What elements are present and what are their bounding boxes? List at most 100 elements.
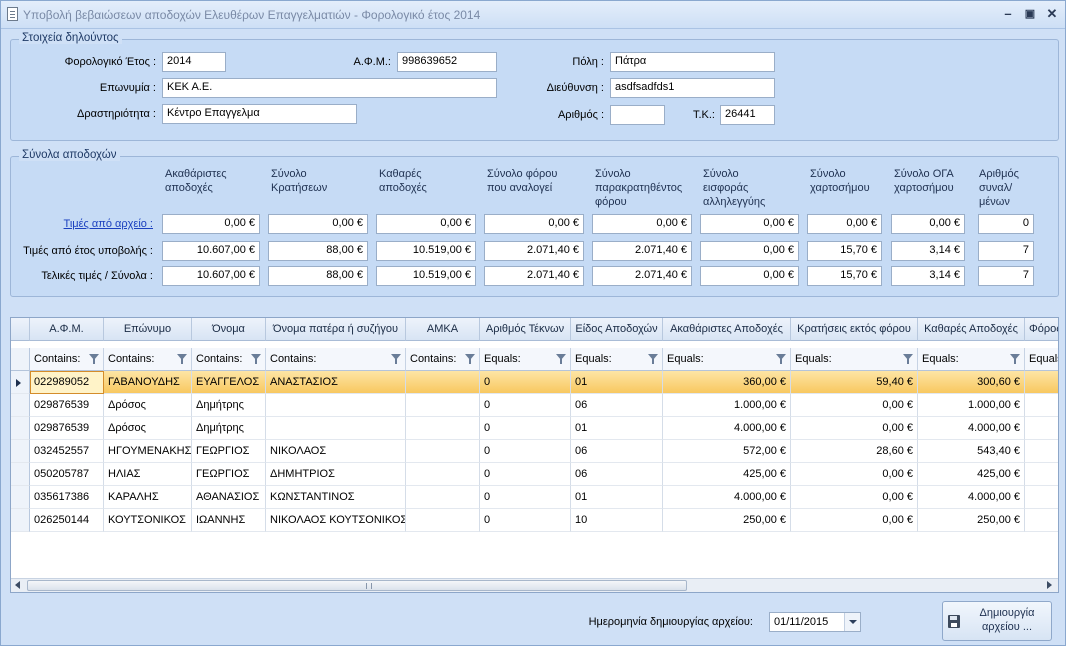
grid-cell[interactable]: [406, 463, 480, 486]
grid-cell[interactable]: 10: [571, 509, 663, 532]
totals-value-field[interactable]: 15,70 €: [807, 266, 882, 286]
grid-cell[interactable]: 035617386: [30, 486, 104, 509]
grid-cell[interactable]: ΚΩΝΣΤΑΝΤΙΝΟΣ: [266, 486, 406, 509]
totals-value-field[interactable]: 0,00 €: [700, 241, 799, 261]
grid-cell[interactable]: ΓΑΒΑΝΟΥΔΗΣ: [104, 371, 192, 394]
column-header[interactable]: ΑΜΚΑ: [406, 318, 480, 341]
filter-cell[interactable]: Equals:: [1025, 348, 1058, 371]
horizontal-scrollbar[interactable]: [11, 578, 1058, 592]
totals-value-field[interactable]: 0,00 €: [807, 214, 882, 234]
grid-cell[interactable]: ΙΩΑΝΝΗΣ: [192, 509, 266, 532]
filter-cell[interactable]: Contains:: [104, 348, 192, 371]
grid-cell[interactable]: ΓΕΩΡΓΙΟΣ: [192, 440, 266, 463]
column-header[interactable]: Ακαθάριστες Αποδοχές: [663, 318, 791, 341]
date-picker[interactable]: 01/11/2015: [769, 612, 861, 632]
totals-value-field[interactable]: 2.071,40 €: [484, 241, 584, 261]
scroll-thumb[interactable]: [27, 580, 687, 591]
grid-cell[interactable]: 0,00 €: [791, 463, 918, 486]
totals-value-field[interactable]: 0,00 €: [891, 214, 965, 234]
grid-cell[interactable]: 0: [480, 486, 571, 509]
grid-cell[interactable]: Δημήτρης: [192, 417, 266, 440]
filter-icon[interactable]: [556, 354, 566, 364]
totals-value-field[interactable]: 0,00 €: [484, 214, 584, 234]
row-selector[interactable]: [11, 394, 30, 417]
grid-cell[interactable]: 4.000,00 €: [663, 486, 791, 509]
grid-cell[interactable]: [1025, 463, 1058, 486]
file-values-link[interactable]: Τιμές από αρχείο :: [15, 218, 153, 230]
filter-icon[interactable]: [465, 354, 475, 364]
totals-value-field[interactable]: 2.071,40 €: [484, 266, 584, 286]
column-header[interactable]: Επώνυμο: [104, 318, 192, 341]
grid-cell[interactable]: ΗΛΙΑΣ: [104, 463, 192, 486]
grid-cell[interactable]: 01: [571, 417, 663, 440]
grid-cell[interactable]: ΑΘΑΝΑΣΙΟΣ: [192, 486, 266, 509]
filter-icon[interactable]: [648, 354, 658, 364]
grid-cell[interactable]: ΝΙΚΟΛΑΟΣ ΚΟΥΤΣΟΝΙΚΟΣ: [266, 509, 406, 532]
column-header[interactable]: Καθαρές Αποδοχές: [918, 318, 1025, 341]
grid-cell[interactable]: [406, 486, 480, 509]
grid-cell[interactable]: 0: [480, 394, 571, 417]
totals-value-field[interactable]: 88,00 €: [268, 266, 368, 286]
grid-cell[interactable]: [1025, 486, 1058, 509]
grid-cell[interactable]: 01: [571, 486, 663, 509]
grid-cell[interactable]: [406, 417, 480, 440]
row-selector[interactable]: [11, 417, 30, 440]
grid-cell[interactable]: 360,00 €: [663, 371, 791, 394]
totals-value-field[interactable]: 0,00 €: [268, 214, 368, 234]
number-field[interactable]: [610, 105, 665, 125]
filter-icon[interactable]: [391, 354, 401, 364]
grid-cell[interactable]: [406, 440, 480, 463]
filter-icon[interactable]: [776, 354, 786, 364]
create-file-button[interactable]: Δημιουργία αρχείου ...: [942, 601, 1052, 641]
totals-value-field[interactable]: 0: [978, 214, 1034, 234]
grid-cell[interactable]: 026250144: [30, 509, 104, 532]
city-field[interactable]: Πάτρα: [610, 52, 775, 72]
grid-cell[interactable]: ΕΥΑΓΓΕΛΟΣ: [192, 371, 266, 394]
totals-value-field[interactable]: 0,00 €: [162, 214, 260, 234]
close-button[interactable]: ✕: [1041, 5, 1063, 23]
grid-cell[interactable]: 425,00 €: [918, 463, 1025, 486]
name-field[interactable]: ΚΕΚ Α.Ε.: [162, 78, 497, 98]
row-selector[interactable]: [11, 509, 30, 532]
totals-value-field[interactable]: 15,70 €: [807, 241, 882, 261]
totals-value-field[interactable]: 10.607,00 €: [162, 241, 260, 261]
grid-cell[interactable]: ΑΝΑΣΤΑΣΙΟΣ: [266, 371, 406, 394]
totals-value-field[interactable]: 3,14 €: [891, 266, 965, 286]
totals-value-field[interactable]: 7: [978, 241, 1034, 261]
filter-icon[interactable]: [903, 354, 913, 364]
grid-cell[interactable]: 0: [480, 463, 571, 486]
grid-cell[interactable]: 01: [571, 371, 663, 394]
grid-cell[interactable]: [406, 394, 480, 417]
grid-cell[interactable]: 050205787: [30, 463, 104, 486]
filter-icon[interactable]: [251, 354, 261, 364]
grid-cell[interactable]: [1025, 440, 1058, 463]
table-row[interactable]: 050205787 ΗΛΙΑΣ ΓΕΩΡΓΙΟΣ ΔΗΜΗΤΡΙΟΣ 0 06 425,00…: [11, 463, 1058, 486]
grid-cell[interactable]: 0,00 €: [791, 509, 918, 532]
grid-cell[interactable]: 0: [480, 417, 571, 440]
grid-cell[interactable]: ΚΟΥΤΣΟΝΙΚΟΣ: [104, 509, 192, 532]
filter-cell[interactable]: Equals:: [480, 348, 571, 371]
grid-cell[interactable]: 029876539: [30, 394, 104, 417]
grid-cell[interactable]: 543,40 €: [918, 440, 1025, 463]
scroll-right-icon[interactable]: [1047, 581, 1052, 589]
grid-cell[interactable]: 572,00 €: [663, 440, 791, 463]
afm-field[interactable]: 998639652: [397, 52, 497, 72]
grid-cell[interactable]: 4.000,00 €: [918, 417, 1025, 440]
filter-cell[interactable]: Contains:: [192, 348, 266, 371]
filter-icon[interactable]: [177, 354, 187, 364]
filter-icon[interactable]: [89, 354, 99, 364]
totals-value-field[interactable]: 2.071,40 €: [592, 266, 692, 286]
grid-cell[interactable]: [1025, 509, 1058, 532]
grid-cell[interactable]: 300,60 €: [918, 371, 1025, 394]
filter-cell[interactable]: Equals:: [791, 348, 918, 371]
grid-cell[interactable]: 022989052: [30, 371, 104, 394]
filter-cell[interactable]: Equals:: [918, 348, 1025, 371]
grid-cell[interactable]: 0: [480, 509, 571, 532]
grid-cell[interactable]: 425,00 €: [663, 463, 791, 486]
totals-value-field[interactable]: 3,14 €: [891, 241, 965, 261]
grid-cell[interactable]: 0,00 €: [791, 417, 918, 440]
activity-field[interactable]: Κέντρο Επαγγελμα: [162, 104, 357, 124]
grid-cell[interactable]: 06: [571, 463, 663, 486]
column-header[interactable]: Όνομα πατέρα ή συζήγου: [266, 318, 406, 341]
column-header[interactable]: Κρατήσεις εκτός φόρου: [791, 318, 918, 341]
